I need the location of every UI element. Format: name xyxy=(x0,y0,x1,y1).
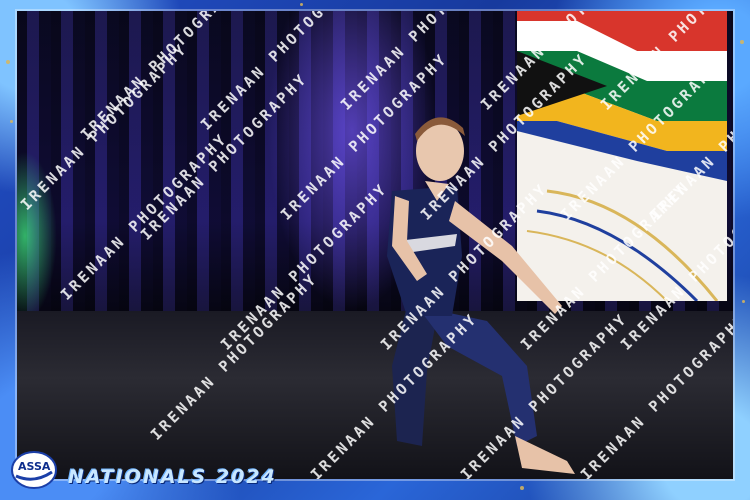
frame-speckle xyxy=(740,40,744,44)
frame-speckle xyxy=(6,60,10,64)
event-title: NATIONALS 2024 xyxy=(68,466,277,488)
frame-speckle xyxy=(742,300,745,303)
dancer-figure xyxy=(387,117,575,474)
logo-text: ASSA xyxy=(18,460,51,473)
green-spotlight xyxy=(17,151,57,321)
frame-speckle xyxy=(300,3,303,6)
photo-frame: IRENAAN PHOTOGRAPHY IRENAAN PHOTOGRAPHY … xyxy=(0,0,750,500)
frame-speckle xyxy=(520,486,524,490)
stage-photo: IRENAAN PHOTOGRAPHY IRENAAN PHOTOGRAPHY … xyxy=(17,11,733,479)
frame-speckle xyxy=(10,120,13,123)
